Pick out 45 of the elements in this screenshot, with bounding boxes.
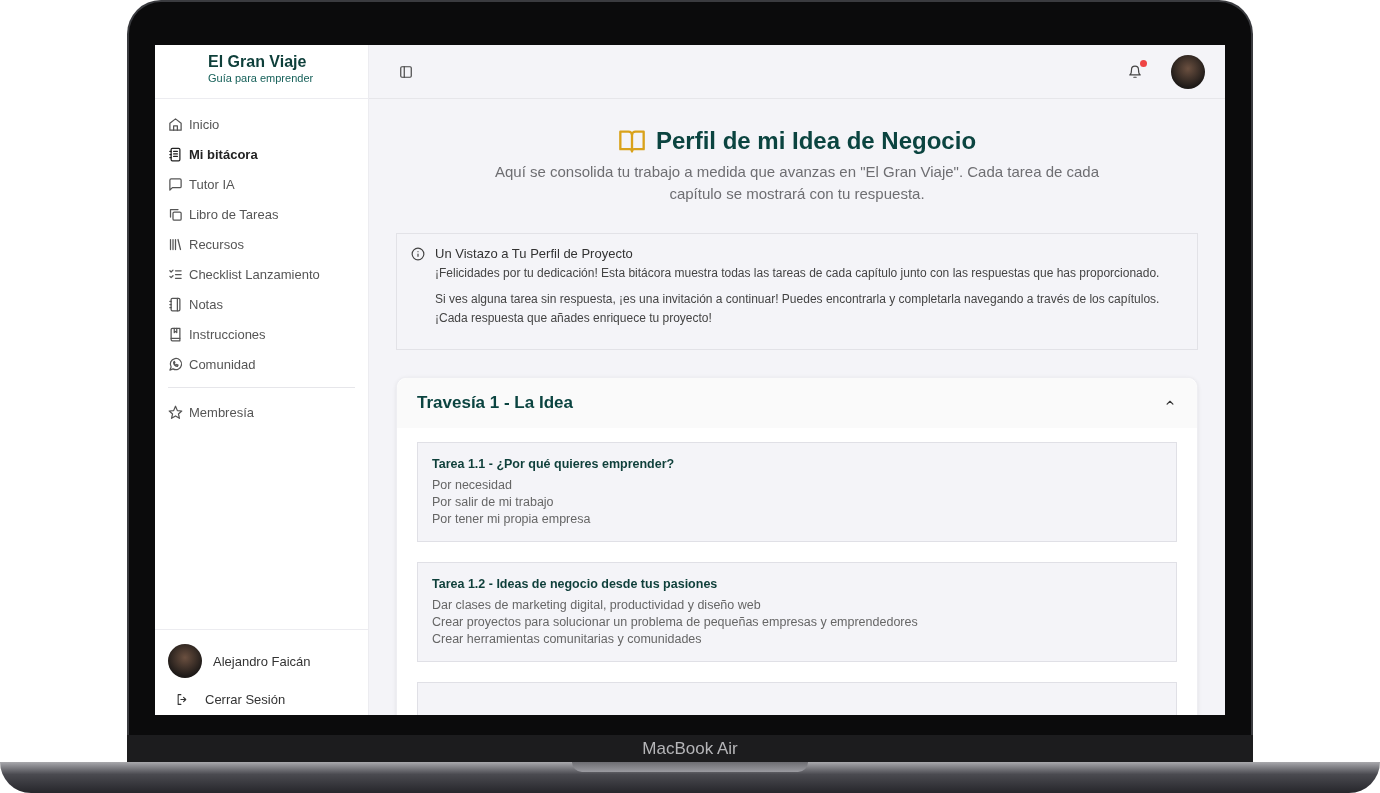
task-title: Tarea 1.1 - ¿Por qué quieres emprender? (432, 457, 676, 472)
info-paragraph: Si ves alguna tarea sin respuesta, ¡es una invitación a continuar! Puedes encontrarla y completarla navegando a través de los capítulos. ¡Cada respuesta que añades enriquece tu proyecto! (435, 290, 1161, 327)
info-paragraph: ¡Felicidades por tu dedicación! Esta bitácora muestra todas las tareas de cada capítulo junto con las respuestas que has proporcionado. (435, 264, 1161, 282)
user-name: Alejandro Faicán (213, 653, 311, 669)
books-icon (168, 236, 183, 252)
star-icon (168, 404, 183, 420)
sidebar-item[interactable]: Membresía (168, 397, 355, 427)
info-title: Un Vistazo a Tu Perfil de Proyecto (435, 245, 634, 261)
logout-link[interactable]: Cerrar Sesión (176, 692, 355, 707)
brand-title: El Gran Viaje (208, 53, 308, 71)
notebook-icon (168, 296, 183, 312)
sidebar-item[interactable]: Notas (168, 289, 355, 319)
home-icon (168, 116, 183, 132)
brand-subtitle: Guía para emprender (208, 72, 315, 84)
sidebar-item[interactable]: Checklist Lanzamiento (168, 259, 355, 289)
sidebar-item[interactable]: Instrucciones (168, 319, 355, 349)
task-answer: Crear herramientas comunitarias y comunidades (432, 631, 703, 649)
page-title: Perfil de mi Idea de Negocio (655, 127, 977, 155)
book-icon (168, 326, 183, 342)
sidebar-toggle-icon (399, 64, 413, 79)
sidebar-item[interactable]: Mi bitácora (168, 139, 355, 169)
copy-icon (168, 206, 183, 222)
task-answer: Dar clases de marketing digital, productividad y diseño web (432, 597, 762, 615)
sidebar-item[interactable]: Tutor IA (168, 169, 355, 199)
user-avatar (168, 644, 202, 678)
sidebar-item[interactable]: Recursos (168, 229, 355, 259)
notebook-icon (168, 146, 183, 162)
sidebar-item[interactable]: Comunidad (168, 349, 355, 379)
phone-bubble-icon (168, 356, 183, 372)
sidebar-toggle-button[interactable] (399, 64, 413, 79)
device-label: MacBook Air (642, 738, 738, 759)
task-answer: Por necesidad (432, 477, 513, 495)
bell-icon (1128, 64, 1142, 79)
page-subtitle: Aquí se consolida tu trabajo a medida que avanzas en "El Gran Viaje". Cada tarea de cada capítulo se mostrará con tu respuesta. (493, 162, 1101, 204)
sidebar-item[interactable]: Inicio (168, 109, 355, 139)
sidebar-item[interactable]: Libro de Tareas (168, 199, 355, 229)
profile-avatar[interactable] (1171, 54, 1205, 89)
task-title: Tarea 1.2 - Ideas de negocio desde tus pasiones (432, 577, 719, 592)
chat-bubble-icon (168, 176, 183, 192)
task-answer: Por salir de mi trabajo (432, 494, 555, 512)
task-answer: Crear proyectos para solucionar un problema de pequeñas empresas y emprendedores (432, 614, 919, 632)
logout-icon (176, 693, 189, 706)
info-icon (411, 246, 425, 261)
section-header[interactable]: Travesía 1 - La Idea (397, 378, 1197, 429)
task-answer: Por tener mi propia empresa (432, 511, 592, 529)
